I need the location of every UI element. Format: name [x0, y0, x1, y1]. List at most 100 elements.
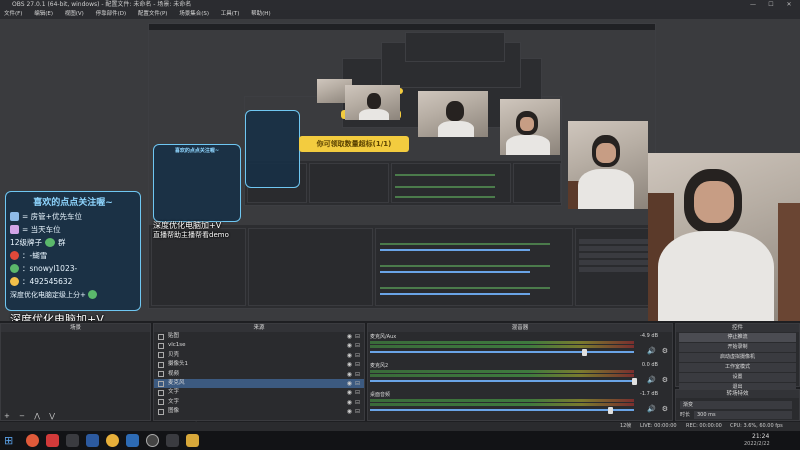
- scenes-dock: 场景 + − ⋀ ⋁: [0, 323, 151, 421]
- source-label: 摄像头1: [168, 361, 188, 368]
- transition-select[interactable]: 渐变: [680, 401, 792, 409]
- app-icon-9[interactable]: [186, 434, 199, 447]
- webcam-main: [648, 153, 800, 321]
- speaker-icon[interactable]: 🔊: [647, 376, 656, 384]
- card-row-fans-text: 12级牌子: [10, 238, 43, 247]
- mic-source-icon: [158, 380, 164, 387]
- lock-icon[interactable]: ⊟: [355, 332, 360, 341]
- source-item[interactable]: 摄像头1 ◉ ⊟: [154, 360, 364, 369]
- card-row-boost-text: 深度优化电脑定级上分+: [10, 290, 86, 299]
- text-source-icon: [158, 333, 164, 340]
- menu-profile[interactable]: 配置文件(P): [138, 11, 168, 17]
- eye-icon[interactable]: ◉: [347, 341, 352, 350]
- preview-canvas[interactable]: 喜欢的点点关注喔~ 你可领取数量超标(1/1) 深度优化电脑加+V 直播帮助主播…: [0, 19, 800, 321]
- eye-icon[interactable]: ◉: [347, 388, 352, 397]
- admin-icon: [10, 212, 19, 221]
- source-label: 文字: [168, 389, 180, 396]
- volume-slider-handle[interactable]: [582, 349, 587, 356]
- app-icon-8[interactable]: [166, 434, 179, 447]
- eye-icon[interactable]: ◉: [347, 332, 352, 341]
- remove-scene-button[interactable]: −: [19, 412, 25, 420]
- steam-icon[interactable]: [86, 434, 99, 447]
- menu-view[interactable]: 视图(V): [65, 11, 84, 17]
- source-item[interactable]: 文字 ◉ ⊟: [154, 398, 364, 407]
- stop-streaming-button[interactable]: 停止推流: [679, 333, 796, 342]
- lock-icon[interactable]: ⊟: [355, 351, 360, 360]
- speaker-icon[interactable]: 🔊: [647, 405, 656, 413]
- nested-card-level2: [245, 110, 300, 188]
- card-row-wechat: ：snowyl1023-: [10, 262, 136, 275]
- maximize-button[interactable]: ☐: [762, 0, 780, 10]
- nested-banner-large: 你可领取数量超标(1/1): [299, 136, 409, 152]
- volume-slider[interactable]: [370, 380, 634, 382]
- dropped-frames: 12帧: [620, 423, 632, 429]
- gear-icon[interactable]: ⚙: [662, 347, 668, 355]
- lock-icon[interactable]: ⊟: [355, 370, 360, 379]
- obs-icon[interactable]: [146, 434, 159, 447]
- windows-start-icon[interactable]: ⊞: [4, 434, 17, 447]
- window-titlebar: OBS 27.0.1 (64-bit, windows) - 配置文件: 未命名…: [0, 0, 800, 10]
- card-row-admin-text: = 房管+优先车位: [22, 212, 82, 221]
- eye-icon[interactable]: ◉: [347, 407, 352, 416]
- lock-icon[interactable]: ⊟: [355, 398, 360, 407]
- car-icon: [10, 225, 19, 234]
- card-row-group-text: 群: [58, 238, 66, 247]
- source-label: 贴图: [168, 333, 180, 339]
- eye-icon[interactable]: ◉: [347, 370, 352, 379]
- lock-icon[interactable]: ⊟: [355, 388, 360, 397]
- eye-icon[interactable]: ◉: [347, 351, 352, 360]
- chrome-icon[interactable]: [106, 434, 119, 447]
- add-scene-button[interactable]: +: [4, 412, 10, 420]
- lock-icon[interactable]: ⊟: [355, 360, 360, 369]
- volume-slider[interactable]: [370, 351, 634, 353]
- menu-scene-collection[interactable]: 场景集合(S): [179, 11, 209, 17]
- card-row-weibo: ：-蝴雪: [10, 249, 136, 262]
- source-item[interactable]: 贝壳 ◉ ⊟: [154, 351, 364, 360]
- card-row-wechat-text: ：snowyl1023-: [22, 264, 78, 273]
- card-title: 喜欢的点点关注喔~: [33, 198, 113, 208]
- source-item-selected[interactable]: 麦克风 ◉ ⊟: [154, 378, 364, 389]
- volume-slider-handle[interactable]: [632, 378, 637, 385]
- lock-icon[interactable]: ⊟: [355, 341, 360, 350]
- duration-input[interactable]: 300 ms: [694, 411, 792, 419]
- studio-mode-button[interactable]: 工作室模式: [679, 363, 796, 372]
- source-label: 贝壳: [168, 351, 180, 358]
- move-scene-down-button[interactable]: ⋁: [49, 412, 55, 420]
- card-row-fans: 12级牌子 群: [10, 236, 136, 249]
- menu-edit[interactable]: 编辑(E): [34, 11, 53, 17]
- start-recording-button[interactable]: 开始录制: [679, 343, 796, 352]
- volume-slider[interactable]: [370, 409, 634, 411]
- volume-meter: [370, 345, 634, 348]
- volume-slider-handle[interactable]: [608, 407, 613, 414]
- menu-file[interactable]: 文件(F): [4, 11, 22, 17]
- minimize-button[interactable]: —: [744, 0, 762, 10]
- menu-help[interactable]: 帮助(H): [251, 11, 270, 17]
- lock-icon[interactable]: ⊟: [355, 407, 360, 416]
- start-virtual-camera-button[interactable]: 启动虚拟摄像机: [679, 353, 796, 362]
- menu-docks[interactable]: 停靠部件(D): [96, 11, 127, 17]
- settings-button[interactable]: 设置: [679, 373, 796, 382]
- text-source-icon: [158, 343, 164, 350]
- transitions-dock: 转场特效 渐变 时长 300 ms: [675, 389, 800, 421]
- gear-icon[interactable]: ⚙: [662, 376, 668, 384]
- app-icon-3[interactable]: [66, 434, 79, 447]
- gear-icon[interactable]: ⚙: [662, 405, 668, 413]
- move-scene-up-button[interactable]: ⋀: [34, 412, 40, 420]
- eye-icon[interactable]: ◉: [347, 360, 352, 369]
- source-label: 文字: [168, 398, 180, 405]
- source-item[interactable]: 文字 ◉ ⊟: [154, 388, 364, 397]
- nested-obs-level5: [405, 32, 505, 62]
- menu-tools[interactable]: 工具(T): [221, 11, 240, 17]
- eye-icon[interactable]: ◉: [347, 379, 352, 388]
- source-item[interactable]: 贴图 ◉ ⊟: [154, 332, 364, 341]
- app-icon-1[interactable]: [26, 434, 39, 447]
- source-item[interactable]: vlc1se ◉ ⊟: [154, 341, 364, 350]
- app-icon-2[interactable]: [46, 434, 59, 447]
- close-button[interactable]: ✕: [780, 0, 798, 10]
- app-icon-6[interactable]: [126, 434, 139, 447]
- eye-icon[interactable]: ◉: [347, 398, 352, 407]
- speaker-icon[interactable]: 🔊: [647, 347, 656, 355]
- source-item[interactable]: 视频 ◉ ⊟: [154, 370, 364, 379]
- mixer-channel-mic2: 麦克风2 0.0 dB 🔊 ⚙: [368, 361, 672, 390]
- lock-icon[interactable]: ⊟: [355, 379, 360, 388]
